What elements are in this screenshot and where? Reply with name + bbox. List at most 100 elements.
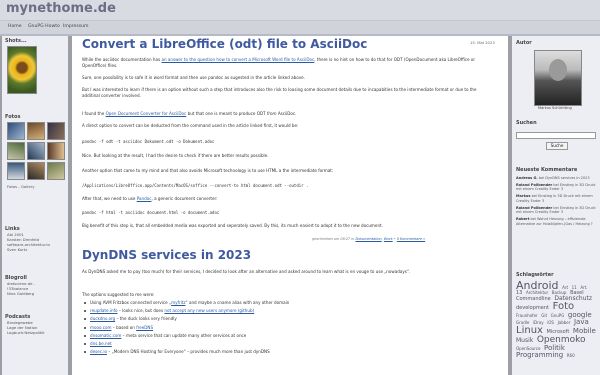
list-item: dnsomatic.com – meta service that can up… bbox=[83, 332, 289, 340]
tag-link[interactable]: R60 bbox=[567, 354, 575, 358]
autor-heading: Autor bbox=[516, 40, 532, 46]
gallery-link[interactable]: Fotos - Gallery bbox=[7, 184, 34, 189]
tag-link[interactable]: Musik bbox=[516, 338, 533, 344]
post-title[interactable]: Convert a LibreOffice (odt) file to Asci… bbox=[82, 37, 367, 51]
comments-list: Andreas G. bei DynDNS services in 2023 R… bbox=[516, 176, 598, 226]
tag-link[interactable]: development bbox=[516, 306, 549, 311]
main-content: Convert a LibreOffice (odt) file to Asci… bbox=[72, 36, 508, 375]
shots-heading: Shots... bbox=[5, 38, 27, 44]
nav-home[interactable]: Home bbox=[8, 24, 22, 29]
tag-link[interactable]: Programming bbox=[516, 352, 563, 359]
author-name: Markus Schlichting bbox=[538, 106, 572, 110]
tag-link[interactable]: Fraunhofer bbox=[516, 314, 538, 318]
list-item: desec.io – „Modern DNS Hosting for Every… bbox=[83, 348, 289, 356]
comment-item[interactable]: Robert bei Wohnt Heizung – effizienste A… bbox=[516, 217, 598, 226]
mooo-link[interactable]: mooo.com bbox=[90, 325, 111, 330]
tag-link[interactable]: GnuPG bbox=[551, 314, 565, 318]
freedns-link[interactable]: freeDNS bbox=[136, 325, 153, 330]
tag-cloud: Android Art 11 Art. 13 Architektur Backu… bbox=[516, 280, 598, 359]
myfritz-link[interactable]: myfritz bbox=[171, 300, 185, 305]
left-sidebar: Shots... Fotos Fotos - Gallery Links Abi… bbox=[2, 36, 68, 375]
tag-link[interactable]: Commandline bbox=[516, 297, 551, 302]
photo-thumbnail[interactable] bbox=[7, 162, 25, 180]
author-face bbox=[549, 59, 567, 81]
list-item: mooo.com – based on freeDNS bbox=[83, 324, 289, 332]
blogroll-section: Blogroll dietsciene.de - !33balance Nina… bbox=[2, 273, 68, 297]
comment-item[interactable]: Markus bei Einstieg in 3D Druck mit eine… bbox=[516, 194, 598, 203]
link-item[interactable]: Sven Kortz bbox=[7, 247, 68, 253]
podcasts-section: Podcasts Bindegewebe Lage der Nation Log… bbox=[2, 312, 68, 336]
nav-gnupg-howto[interactable]: GnuPG Howto bbox=[28, 24, 60, 29]
search-button[interactable]: Suche bbox=[546, 142, 568, 150]
post-meta: geschrieben um 08:27 in Dokumentation, W… bbox=[312, 237, 426, 241]
post-paragraph: I found the Open Document Converter for … bbox=[82, 111, 297, 116]
photo-thumbnail[interactable] bbox=[27, 142, 45, 160]
code-line: pandoc -f odt -t asciidoc Dokument.odt -… bbox=[82, 139, 215, 144]
top-navigation: Home GnuPG Howto Impressum bbox=[0, 20, 600, 34]
tag-link[interactable]: Git bbox=[541, 314, 547, 318]
tags-heading: Schlagwörter bbox=[516, 272, 554, 278]
author-photo bbox=[534, 50, 582, 106]
list-item: duckdns.org – the duck looks very friend… bbox=[83, 315, 289, 323]
post-paragraph: As DynDNS asked me to pay (too much) for… bbox=[82, 269, 411, 274]
category-link[interactable]: Dokumentation bbox=[355, 237, 381, 241]
right-sidebar: Autor Markus Schlichting Suchen Suche Ne… bbox=[512, 36, 600, 375]
site-title[interactable]: mynethome.de bbox=[6, 1, 116, 16]
photo-thumbnail[interactable] bbox=[27, 162, 45, 180]
post-paragraph: A direct option to convert can be deduct… bbox=[82, 123, 299, 128]
photo-thumbnail[interactable] bbox=[7, 122, 25, 140]
dnsomatic-link[interactable]: dnsomatic.com bbox=[90, 333, 121, 338]
pandoc-link[interactable]: Pandoc bbox=[137, 196, 152, 201]
fotos-section: Fotos Fotos - Gallery bbox=[2, 112, 68, 189]
list-item: dns.be.net bbox=[83, 340, 289, 348]
sunflower-photo[interactable] bbox=[7, 46, 37, 94]
duckdns-link[interactable]: duckdns.org bbox=[90, 316, 115, 321]
tag-link[interactable]: Mobile bbox=[573, 328, 596, 335]
photo-thumbnail[interactable] bbox=[47, 162, 65, 180]
tag-link[interactable]: Java bbox=[574, 319, 589, 326]
comment-item[interactable]: Andreas G. bei DynDNS services in 2023 bbox=[516, 176, 598, 181]
post-paragraph: While the asciidoc documentation has an … bbox=[82, 57, 476, 68]
category-link[interactable]: Work bbox=[384, 237, 393, 241]
post-paragraph: Another option that came to my mind and … bbox=[82, 168, 334, 173]
post-date: 15. Mai 2023 bbox=[470, 40, 495, 45]
search-input[interactable] bbox=[516, 132, 596, 139]
tag-link[interactable]: Jabber bbox=[558, 321, 571, 325]
photo-thumbnail[interactable] bbox=[47, 142, 65, 160]
fotos-heading: Fotos bbox=[5, 114, 21, 120]
options-list: Using AVM Fritzbox connected service „my… bbox=[83, 299, 289, 356]
github-link[interactable]: not accept any new users anymore (github… bbox=[164, 308, 254, 313]
list-item: Using AVM Fritzbox connected service „my… bbox=[83, 299, 289, 307]
answer-link[interactable]: an answer to the question how to convert… bbox=[161, 57, 314, 62]
site-header: mynethome.de Home GnuPG Howto Impressum bbox=[0, 0, 600, 34]
code-line: pandoc -f html -t asciidoc document.html… bbox=[82, 210, 220, 215]
photo-thumbnail[interactable] bbox=[27, 122, 45, 140]
nav-impressum[interactable]: Impressum bbox=[63, 24, 89, 29]
post-paragraph: Big benefit of this step is, that all em… bbox=[82, 223, 383, 228]
converter-link[interactable]: Open Document Converter for AsciiDoc bbox=[106, 111, 187, 116]
post-paragraph: The options suggested to me were: bbox=[82, 292, 155, 297]
photo-thumbnail[interactable] bbox=[47, 122, 65, 140]
post-title[interactable]: DynDNS services in 2023 bbox=[82, 248, 251, 262]
blogroll-item[interactable]: Nina Goldberg bbox=[7, 291, 68, 297]
list-item: reupdate.info – looks nice, but does not… bbox=[83, 307, 289, 315]
post-paragraph: After that, we need to use Pandoc, a gen… bbox=[82, 196, 218, 201]
post-paragraph: But I was interested to learn if there i… bbox=[82, 87, 477, 98]
comments-link[interactable]: 0 Kommentare » bbox=[397, 237, 425, 241]
post-paragraph: Sure, one possibility is to safe it in w… bbox=[82, 75, 305, 80]
reupdate-link[interactable]: reupdate.info bbox=[90, 308, 118, 313]
links-section: Links Abi 2001 Karsten Drenfeld software… bbox=[2, 224, 68, 253]
post-paragraph: Nice. But looking at the result, I had t… bbox=[82, 153, 269, 158]
comment-item[interactable]: Roland Pollbender bei Einstieg in 3D Dru… bbox=[516, 183, 598, 192]
comment-item[interactable]: Roland Pollbender bei Einstieg in 3D Dru… bbox=[516, 206, 598, 215]
suchen-heading: Suchen bbox=[516, 120, 537, 126]
dnsbenet-link[interactable]: dns.be.net bbox=[90, 341, 112, 346]
tag-link[interactable]: iOS bbox=[547, 321, 554, 325]
tag-link[interactable]: Architektur bbox=[526, 291, 548, 295]
shots-section: Shots... bbox=[2, 36, 68, 94]
podcast-item[interactable]: Logbuch:Netzpolitik bbox=[7, 330, 68, 336]
desec-link[interactable]: desec.io bbox=[90, 349, 107, 354]
code-line: /Applications/LibreOffice.app/Contents/M… bbox=[82, 183, 309, 188]
photo-thumbnail[interactable] bbox=[7, 142, 25, 160]
comments-heading: Neueste Kommentare bbox=[516, 167, 578, 173]
